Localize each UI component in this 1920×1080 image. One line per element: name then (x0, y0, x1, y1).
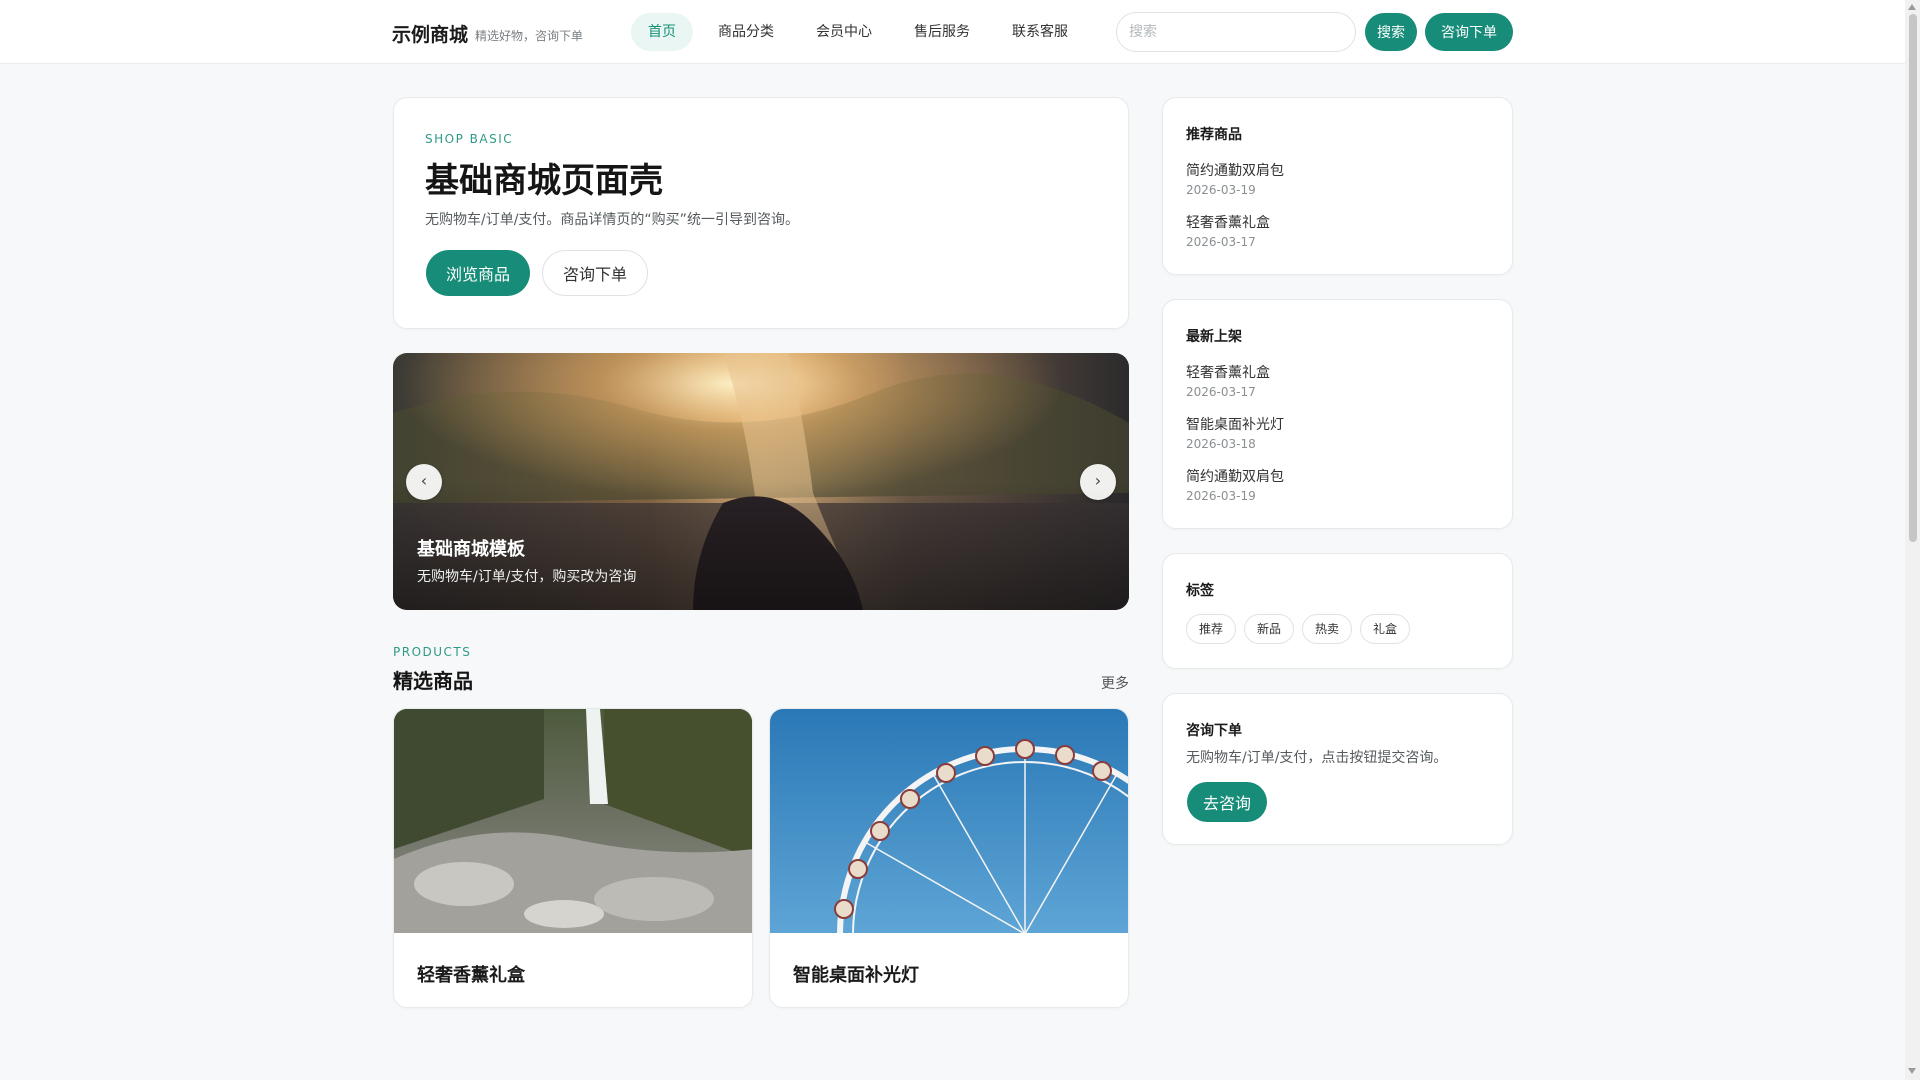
consult-title: 咨询下单 (1186, 723, 1242, 739)
latest-item-link[interactable]: 轻奢香薰礼盒 (1186, 362, 1270, 382)
search-input[interactable] (1116, 12, 1356, 52)
site-tagline: 精选好物，咨询下单 (475, 29, 584, 43)
consult-description: 无购物车/订单/支付，点击按钮提交咨询。 (1186, 750, 1448, 766)
recommended-item-date: 2026-03-17 (1186, 235, 1256, 249)
latest-item-date: 2026-03-19 (1186, 489, 1256, 503)
tags-card: 标签 推荐 新品 热卖 礼盒 (1162, 553, 1513, 669)
hero-consult-button[interactable]: 咨询下单 (542, 250, 648, 296)
product-card[interactable]: 智能桌面补光灯 (769, 708, 1129, 1008)
carousel-next-icon[interactable]: › (1080, 464, 1116, 500)
recommended-item-date: 2026-03-19 (1186, 183, 1256, 197)
ferris-wheel-photo (770, 709, 1128, 933)
carousel-prev-icon[interactable]: ‹ (406, 464, 442, 500)
recommended-title: 推荐商品 (1186, 127, 1242, 143)
products-more-link[interactable]: 更多 (1101, 673, 1129, 693)
products-section-title: 精选商品 (393, 669, 473, 693)
nav-item-categories[interactable]: 商品分类 (701, 13, 791, 51)
nav-item-member-center[interactable]: 会员中心 (799, 13, 889, 51)
hero-title: 基础商城页面壳 (425, 161, 663, 201)
tag-hot[interactable]: 热卖 (1302, 614, 1353, 644)
hero-card: SHOP BASIC 基础商城页面壳 无购物车/订单/支付。商品详情页的“购买”… (393, 97, 1129, 329)
latest-title: 最新上架 (1186, 329, 1242, 345)
tag-new[interactable]: 新品 (1244, 614, 1295, 644)
consult-order-button[interactable]: 咨询下单 (1425, 13, 1513, 51)
latest-item-link[interactable]: 智能桌面补光灯 (1186, 414, 1284, 434)
recommended-item-link[interactable]: 轻奢香薰礼盒 (1186, 212, 1270, 232)
browse-products-button[interactable]: 浏览商品 (426, 250, 530, 296)
site-brand[interactable]: 示例商城 (392, 20, 468, 47)
latest-item-date: 2026-03-17 (1186, 385, 1256, 399)
hero-description: 无购物车/订单/支付。商品详情页的“购买”统一引导到咨询。 (425, 212, 799, 228)
tags-title: 标签 (1186, 583, 1214, 599)
search-button[interactable]: 搜索 (1365, 13, 1417, 51)
nav-item-after-sales[interactable]: 售后服务 (897, 13, 987, 51)
scroll-down-arrow-icon[interactable] (1908, 1068, 1916, 1074)
latest-item-date: 2026-03-18 (1186, 437, 1256, 451)
carousel-title: 基础商城模板 (417, 539, 525, 560)
waterfall-photo (394, 709, 752, 933)
page-scrollbar[interactable] (1905, 0, 1920, 1080)
nav-item-contact-support[interactable]: 联系客服 (995, 13, 1085, 51)
top-navbar: 示例商城 精选好物，咨询下单 首页 商品分类 会员中心 售后服务 联系客服 搜索… (0, 0, 1905, 64)
scrollbar-thumb[interactable] (1909, 14, 1917, 542)
nav-item-home[interactable]: 首页 (631, 13, 693, 51)
hero-eyebrow: SHOP BASIC (425, 132, 514, 146)
product-card[interactable]: 轻奢香薰礼盒 (393, 708, 753, 1008)
latest-products-card: 最新上架 轻奢香薰礼盒 2026-03-17 智能桌面补光灯 2026-03-1… (1162, 299, 1513, 529)
consult-card: 咨询下单 无购物车/订单/支付，点击按钮提交咨询。 去咨询 (1162, 693, 1513, 845)
product-name[interactable]: 智能桌面补光灯 (793, 961, 919, 987)
recommended-item-link[interactable]: 简约通勤双肩包 (1186, 160, 1284, 180)
products-eyebrow: PRODUCTS (393, 645, 472, 659)
go-consult-button[interactable]: 去咨询 (1187, 782, 1267, 822)
banner-carousel[interactable]: ‹ › 基础商城模板 无购物车/订单/支付，购买改为咨询 (393, 353, 1129, 610)
tag-recommended[interactable]: 推荐 (1186, 614, 1237, 644)
tag-gift-box[interactable]: 礼盒 (1360, 614, 1411, 644)
latest-item-link[interactable]: 简约通勤双肩包 (1186, 466, 1284, 486)
recommended-products-card: 推荐商品 简约通勤双肩包 2026-03-19 轻奢香薰礼盒 2026-03-1… (1162, 97, 1513, 275)
main-nav: 首页 商品分类 会员中心 售后服务 联系客服 (631, 13, 1085, 51)
carousel-subtitle: 无购物车/订单/支付，购买改为咨询 (417, 569, 637, 585)
product-name[interactable]: 轻奢香薰礼盒 (417, 961, 525, 987)
scroll-up-arrow-icon[interactable] (1908, 4, 1916, 10)
